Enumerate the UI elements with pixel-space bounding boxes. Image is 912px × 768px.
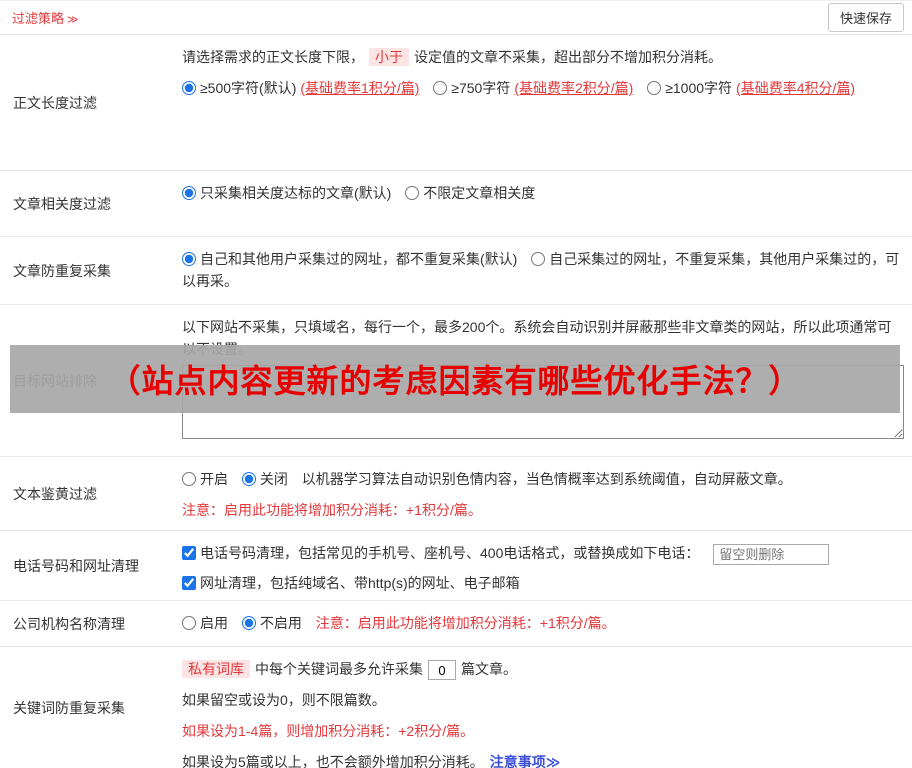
porn-filter-desc: 以机器学习算法自动识别色情内容，当色情概率达到系统阈值，自动屏蔽文章。 — [301, 471, 792, 487]
radio-input-dedup-all-users[interactable] — [182, 252, 196, 266]
radio-option-porn-on[interactable]: 开启 — [182, 471, 228, 487]
radio-input-company-off[interactable] — [241, 616, 256, 630]
keyword-limit-line: 私有词库中每个关键词最多允许采集 篇文章。 — [182, 658, 902, 681]
row-content-phone-url: 电话号码清理，包括常见的手机号、座机号、400电话格式，或替换成如下电话： 网址… — [178, 531, 912, 600]
private-lexicon-highlight: 私有词库 — [182, 660, 250, 678]
intro-before: 请选择需求的正文长度下限， — [182, 49, 364, 65]
row-label-dedup: 文章防重复采集 — [13, 262, 111, 279]
row-label-porn-filter: 文本鉴黄过滤 — [13, 485, 97, 502]
row-content-dedup: 自己和其他用户采集过的网址，都不重复采集(默认) 自己采集过的网址，不重复采集，… — [178, 237, 912, 304]
lessthan-highlight: 小于 — [369, 48, 409, 66]
keyword-limit-after: 篇文章。 — [461, 661, 517, 677]
checkbox-label-phone-cleanup: 电话号码清理，包括常见的手机号、座机号、400电话格式，或替换成如下电话： — [200, 545, 700, 561]
intro-after: 设定值的文章不采集，超出部分不增加积分消耗。 — [414, 49, 722, 65]
row-content-company-cleanup: 启用 不启用 注意：启用此功能将增加积分消耗：+1积分/篇。 — [178, 601, 912, 646]
fee-note-750: (基础费率2积分/篇) — [514, 80, 634, 96]
phone-cleanup-line: 电话号码清理，包括常见的手机号、座机号、400电话格式，或替换成如下电话： — [182, 542, 902, 565]
radio-label-750: ≥750字符 — [451, 80, 511, 96]
radio-label-dedup-all-users: 自己和其他用户采集过的网址，都不重复采集(默认) — [200, 251, 518, 267]
radio-input-company-on[interactable] — [182, 616, 196, 630]
radio-option-relevance-strict[interactable]: 只采集相关度达标的文章(默认) — [182, 185, 395, 201]
company-cleanup-options: 启用 不启用 注意：启用此功能将增加积分消耗：+1积分/篇。 — [182, 612, 902, 634]
radio-option-500-chars[interactable]: ≥500字符(默认) (基础费率1积分/篇) — [182, 80, 423, 96]
filter-strategy-page: 过滤策略 ≫ 快速保存 正文长度过滤 请选择需求的正文长度下限， 小于 设定值的文章不… — [0, 0, 912, 768]
checkbox-option-phone-cleanup[interactable]: 电话号码清理，包括常见的手机号、座机号、400电话格式，或替换成如下电话： — [182, 545, 699, 561]
quick-save-button[interactable]: 快速保存 — [827, 3, 904, 32]
porn-filter-cost-note: 注意：启用此功能将增加积分消耗：+1积分/篇。 — [182, 502, 482, 518]
radio-input-porn-off[interactable] — [241, 472, 256, 486]
checkbox-input-url-cleanup[interactable] — [182, 575, 196, 590]
keyword-limit-mid: 中每个关键词最多允许采集 — [255, 661, 423, 677]
row-label-phone-url: 电话号码和网址清理 — [13, 557, 139, 574]
radio-input-relevance-strict[interactable] — [182, 186, 196, 200]
checkbox-label-url-cleanup: 网址清理，包括纯域名、带http(s)的网址、电子邮箱 — [200, 574, 520, 591]
url-cleanup-line: 网址清理，包括纯域名、带http(s)的网址、电子邮箱 — [182, 572, 902, 594]
fee-note-1000: (基础费率4积分/篇) — [736, 80, 856, 96]
checkbox-input-phone-cleanup[interactable] — [182, 546, 196, 560]
watermark-text: （站点内容更新的考虑因素有哪些优化手法？） — [108, 363, 802, 399]
radio-label-1000: ≥1000字符 — [665, 80, 733, 96]
company-cleanup-cost-note: 注意：启用此功能将增加积分消耗：+1积分/篇。 — [315, 615, 616, 631]
collapse-icon: ≫ — [67, 14, 79, 26]
radio-option-porn-off[interactable]: 关闭 — [241, 471, 288, 487]
row-content-keyword-dedup: 私有词库中每个关键词最多允许采集 篇文章。 如果留空或设为0，则不限篇数。 如果设… — [178, 647, 912, 768]
row-content-body-length: 请选择需求的正文长度下限， 小于 设定值的文章不采集，超出部分不增加积分消耗。 ≥5… — [178, 35, 912, 170]
page-title-text: 过滤策略 — [12, 11, 65, 26]
radio-label-porn-off: 关闭 — [259, 471, 288, 487]
radio-option-relevance-any[interactable]: 不限定文章相关度 — [405, 185, 535, 201]
row-label-keyword-dedup: 关键词防重复采集 — [13, 699, 125, 716]
radio-label-relevance-any: 不限定文章相关度 — [423, 185, 536, 201]
row-body-length-filter: 正文长度过滤 请选择需求的正文长度下限， 小于 设定值的文章不采集，超出部分不增加积… — [0, 35, 912, 171]
radio-input-500[interactable] — [182, 81, 196, 95]
fee-note-500: (基础费率1积分/篇) — [300, 80, 420, 96]
radio-input-porn-on[interactable] — [182, 472, 196, 486]
body-length-intro: 请选择需求的正文长度下限， 小于 设定值的文章不采集，超出部分不增加积分消耗。 — [182, 46, 902, 68]
radio-label-porn-on: 开启 — [200, 471, 228, 487]
page-title[interactable]: 过滤策略 ≫ — [12, 8, 79, 27]
radio-label-relevance-strict: 只采集相关度达标的文章(默认) — [200, 185, 392, 201]
keyword-limit-input[interactable] — [428, 660, 456, 681]
porn-filter-options: 开启 关闭 以机器学习算法自动识别色情内容，当色情概率达到系统阈值，自动屏蔽文章… — [182, 468, 902, 490]
checkbox-option-url-cleanup[interactable]: 网址清理，包括纯域名、带http(s)的网址、电子邮箱 — [182, 575, 520, 591]
row-phone-url-cleanup: 电话号码和网址清理 电话号码清理，包括常见的手机号、座机号、400电话格式，或替… — [0, 531, 912, 601]
row-content-relevance: 只采集相关度达标的文章(默认) 不限定文章相关度 — [178, 171, 912, 236]
row-content-porn-filter: 开启 关闭 以机器学习算法自动识别色情内容，当色情概率达到系统阈值，自动屏蔽文章… — [178, 457, 912, 530]
row-label-company-cleanup: 公司机构名称清理 — [13, 615, 125, 632]
radio-input-dedup-self-only[interactable] — [531, 252, 546, 266]
radio-label-company-off: 不启用 — [259, 615, 302, 631]
topbar: 过滤策略 ≫ 快速保存 — [0, 1, 912, 35]
radio-label-500: ≥500字符(默认) — [200, 80, 297, 96]
keyword-note-1-4: 如果设为1-4篇，则增加积分消耗：+2积分/篇。 — [182, 723, 475, 740]
radio-input-relevance-any[interactable] — [405, 186, 420, 200]
row-company-cleanup: 公司机构名称清理 启用 不启用 注意：启用此功能将增加积分消耗：+1积分/篇。 — [0, 601, 912, 647]
radio-label-company-on: 启用 — [200, 615, 228, 631]
radio-option-750-chars[interactable]: ≥750字符 (基础费率2积分/篇) — [433, 80, 637, 96]
row-porn-filter: 文本鉴黄过滤 开启 关闭 以机器学习算法自动识别色情内容，当色情概率达到系统阈值… — [0, 457, 912, 531]
watermark-banner: （站点内容更新的考虑因素有哪些优化手法？） — [10, 345, 900, 413]
radio-input-750[interactable] — [433, 81, 448, 95]
keyword-note-zero: 如果留空或设为0，则不限篇数。 — [182, 692, 386, 709]
keyword-note-5plus-line: 如果设为5篇或以上，也不会额外增加积分消耗。 注意事项≫ — [182, 751, 902, 768]
radio-input-1000[interactable] — [647, 81, 662, 95]
notice-link[interactable]: 注意事项≫ — [490, 754, 561, 768]
replacement-phone-input[interactable] — [713, 543, 830, 565]
row-keyword-dedup: 关键词防重复采集 私有词库中每个关键词最多允许采集 篇文章。 如果留空或设为0，则… — [0, 647, 912, 768]
row-label-relevance: 文章相关度过滤 — [13, 195, 111, 212]
row-label-body-length: 正文长度过滤 — [13, 94, 97, 111]
row-dedup-collection: 文章防重复采集 自己和其他用户采集过的网址，都不重复采集(默认) 自己采集过的网… — [0, 237, 912, 305]
radio-option-company-on[interactable]: 启用 — [182, 615, 228, 631]
row-relevance-filter: 文章相关度过滤 只采集相关度达标的文章(默认) 不限定文章相关度 — [0, 171, 912, 237]
radio-option-1000-chars[interactable]: ≥1000字符 (基础费率4积分/篇) — [647, 80, 855, 96]
keyword-note-5plus: 如果设为5篇或以上，也不会额外增加积分消耗。 — [182, 754, 484, 768]
radio-option-dedup-all-users[interactable]: 自己和其他用户采集过的网址，都不重复采集(默认) — [182, 251, 521, 267]
radio-option-company-off[interactable]: 不启用 — [241, 615, 302, 631]
